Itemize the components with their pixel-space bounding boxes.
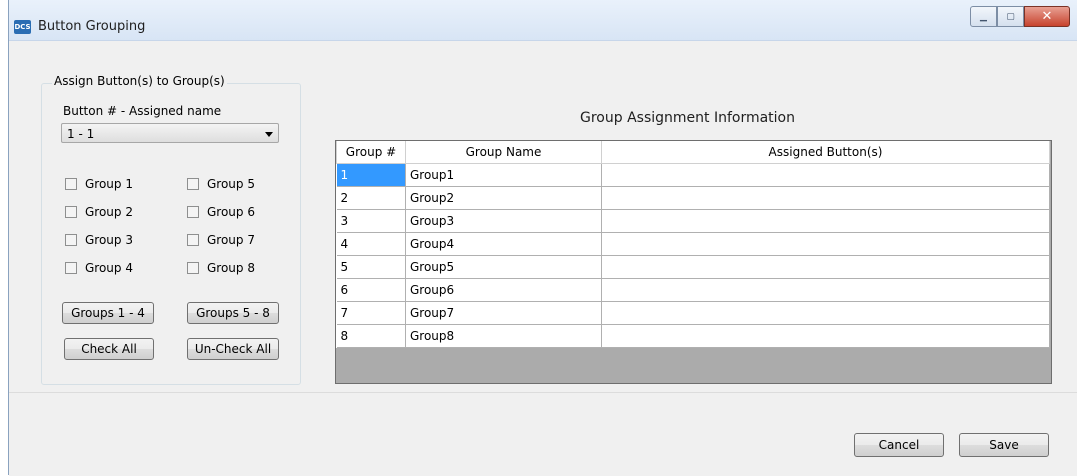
groups-1-4-button[interactable]: Groups 1 - 4	[62, 302, 154, 324]
checkbox-label: Group 8	[207, 261, 255, 275]
column-header-assigned-buttons[interactable]: Assigned Button(s)	[601, 141, 1050, 164]
footer-bar: Cancel Save	[9, 392, 1077, 476]
cell-group-num[interactable]: 6	[336, 278, 406, 302]
cell-group-name[interactable]: Group3	[405, 209, 602, 233]
checkbox-label: Group 1	[85, 177, 133, 191]
cell-assigned-buttons[interactable]	[601, 186, 1050, 210]
checkbox-box[interactable]	[65, 178, 77, 190]
checkbox-group-8[interactable]: Group 8	[187, 261, 255, 275]
table-header-row: Group # Group Name Assigned Button(s)	[336, 141, 1050, 164]
cell-group-num[interactable]: 8	[336, 324, 406, 348]
checkbox-box[interactable]	[187, 262, 199, 274]
table-row[interactable]: 1 Group1	[336, 163, 1050, 187]
group-grid[interactable]: Group # Group Name Assigned Button(s) 1 …	[335, 140, 1052, 384]
table-row[interactable]: 6 Group6	[336, 278, 1050, 302]
button-select-label: Button # - Assigned name	[63, 104, 222, 118]
cell-assigned-buttons[interactable]	[601, 255, 1050, 279]
title-bar[interactable]: DCS Button Grouping ▁ ▢ ✕	[9, 0, 1077, 41]
table-row[interactable]: 3 Group3	[336, 209, 1050, 233]
cell-group-name[interactable]: Group6	[405, 278, 602, 302]
cancel-button[interactable]: Cancel	[854, 433, 944, 457]
checkbox-label: Group 3	[85, 233, 133, 247]
table-row[interactable]: 7 Group7	[336, 301, 1050, 325]
button-select[interactable]: 1 - 1	[61, 123, 279, 143]
checkbox-box[interactable]	[65, 234, 77, 246]
window-title: Button Grouping	[38, 19, 146, 34]
maximize-button[interactable]: ▢	[997, 6, 1024, 27]
cell-group-num[interactable]: 2	[336, 186, 406, 210]
cell-assigned-buttons[interactable]	[601, 301, 1050, 325]
checkbox-group-5[interactable]: Group 5	[187, 177, 255, 191]
column-header-group-name[interactable]: Group Name	[405, 141, 602, 164]
checkbox-label: Group 7	[207, 233, 255, 247]
checkbox-box[interactable]	[187, 206, 199, 218]
table-row[interactable]: 4 Group4	[336, 232, 1050, 256]
checkbox-label: Group 5	[207, 177, 255, 191]
checkbox-group-3[interactable]: Group 3	[65, 233, 133, 247]
dialog-window: DCS Button Grouping ▁ ▢ ✕ Assign Button(…	[8, 0, 1077, 476]
cell-group-num[interactable]: 4	[336, 232, 406, 256]
app-icon: DCS	[14, 20, 31, 34]
cell-assigned-buttons[interactable]	[601, 232, 1050, 256]
cell-assigned-buttons[interactable]	[601, 324, 1050, 348]
table-row[interactable]: 2 Group2	[336, 186, 1050, 210]
groups-5-8-button[interactable]: Groups 5 - 8	[187, 302, 279, 324]
minimize-icon: ▁	[980, 11, 987, 22]
cell-group-name[interactable]: Group5	[405, 255, 602, 279]
cell-group-name[interactable]: Group4	[405, 232, 602, 256]
check-all-button[interactable]: Check All	[64, 338, 154, 360]
button-select-value: 1 - 1	[67, 127, 95, 141]
checkbox-group-2[interactable]: Group 2	[65, 205, 133, 219]
cell-group-num[interactable]: 1	[336, 163, 406, 187]
cell-group-num[interactable]: 7	[336, 301, 406, 325]
cell-assigned-buttons[interactable]	[601, 209, 1050, 233]
cell-group-name[interactable]: Group1	[405, 163, 602, 187]
checkbox-label: Group 4	[85, 261, 133, 275]
checkbox-group-6[interactable]: Group 6	[187, 205, 255, 219]
group-table: Group # Group Name Assigned Button(s) 1 …	[336, 141, 1050, 348]
checkbox-label: Group 2	[85, 205, 133, 219]
cell-group-name[interactable]: Group7	[405, 301, 602, 325]
checkbox-box[interactable]	[187, 234, 199, 246]
groupbox-legend: Assign Button(s) to Group(s)	[52, 74, 227, 88]
checkbox-group-7[interactable]: Group 7	[187, 233, 255, 247]
close-button[interactable]: ✕	[1024, 6, 1070, 27]
cell-assigned-buttons[interactable]	[601, 278, 1050, 302]
save-button[interactable]: Save	[959, 433, 1049, 457]
checkbox-box[interactable]	[187, 178, 199, 190]
uncheck-all-button[interactable]: Un-Check All	[187, 338, 279, 360]
table-row[interactable]: 8 Group8	[336, 324, 1050, 348]
cell-group-num[interactable]: 5	[336, 255, 406, 279]
checkbox-box[interactable]	[65, 206, 77, 218]
chevron-down-icon	[265, 132, 273, 137]
checkbox-box[interactable]	[65, 262, 77, 274]
cell-group-num[interactable]: 3	[336, 209, 406, 233]
cell-group-name[interactable]: Group2	[405, 186, 602, 210]
caption-buttons: ▁ ▢ ✕	[970, 6, 1070, 27]
close-icon: ✕	[1041, 9, 1053, 24]
checkbox-group-4[interactable]: Group 4	[65, 261, 133, 275]
cell-assigned-buttons[interactable]	[601, 163, 1050, 187]
column-header-group-num[interactable]: Group #	[336, 141, 406, 164]
checkbox-group-1[interactable]: Group 1	[65, 177, 133, 191]
table-row[interactable]: 5 Group5	[336, 255, 1050, 279]
table-title: Group Assignment Information	[580, 110, 795, 126]
checkbox-label: Group 6	[207, 205, 255, 219]
minimize-button[interactable]: ▁	[970, 6, 997, 27]
cell-group-name[interactable]: Group8	[405, 324, 602, 348]
maximize-icon: ▢	[1006, 11, 1015, 22]
client-area: Assign Button(s) to Group(s) Button # - …	[9, 41, 1077, 417]
